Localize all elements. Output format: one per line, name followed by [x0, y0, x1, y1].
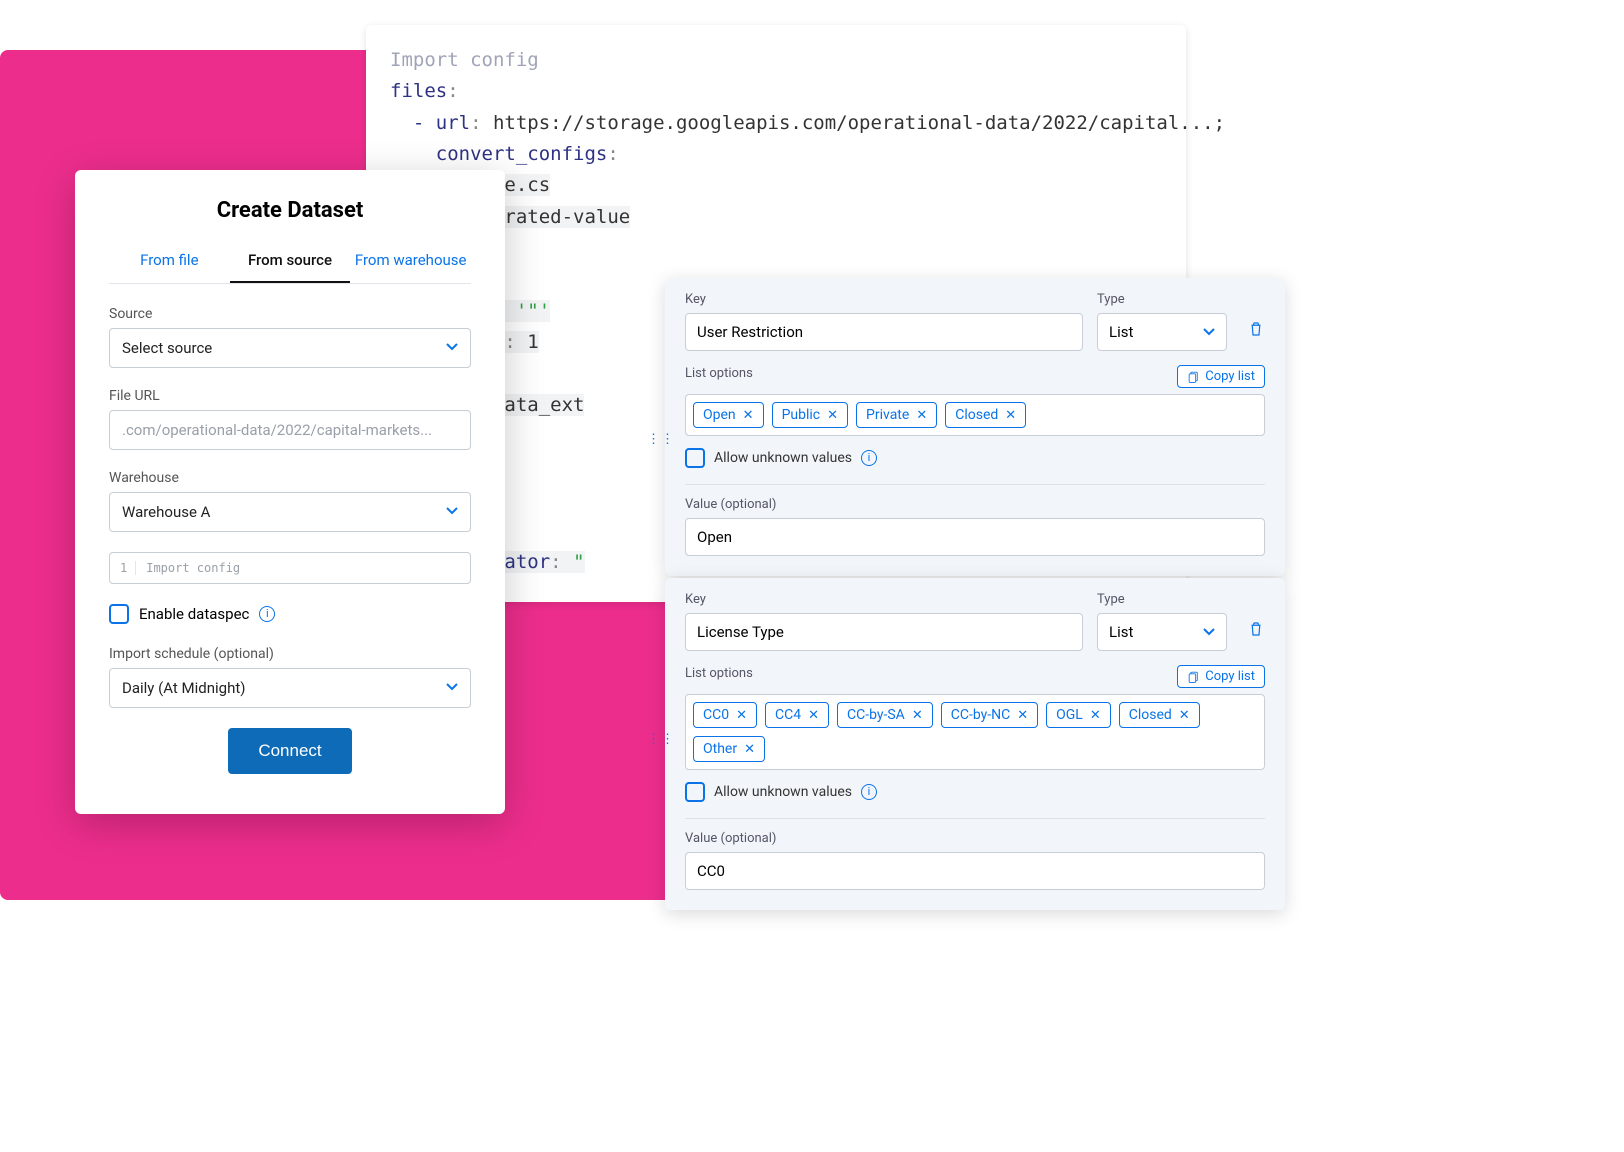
key-input[interactable]: User Restriction: [685, 313, 1083, 351]
type-select[interactable]: List: [1097, 313, 1227, 351]
remove-chip-icon[interactable]: ✕: [1005, 408, 1016, 423]
file-url-input[interactable]: .com/operational-data/2022/capital-marke…: [109, 410, 471, 450]
value-input[interactable]: CC0: [685, 852, 1265, 890]
remove-chip-icon[interactable]: ✕: [743, 408, 754, 423]
code-placeholder: Import config: [146, 561, 240, 575]
schedule-select[interactable]: Daily (At Midnight): [109, 668, 471, 708]
remove-chip-icon[interactable]: ✕: [827, 408, 838, 423]
list-options-input[interactable]: CC0 ✕ CC4 ✕ CC-by-SA ✕ CC-by-NC ✕ OGL ✕ Close…: [685, 694, 1265, 770]
line-number: 1: [120, 561, 136, 575]
divider: [685, 818, 1265, 819]
schedule-select-value: Daily (At Midnight): [122, 679, 246, 697]
schedule-label: Import schedule (optional): [109, 646, 471, 662]
allow-unknown-label: Allow unknown values: [714, 784, 852, 800]
copy-list-button[interactable]: Copy list: [1177, 665, 1265, 688]
dataspec-label: Enable dataspec: [139, 605, 249, 623]
metadata-card: ⋮⋮KeyLicense TypeTypeListList optionsCop…: [665, 578, 1285, 910]
list-options-label: List options: [685, 366, 753, 381]
allow-unknown-label: Allow unknown values: [714, 450, 852, 466]
list-options-input[interactable]: Open ✕ Public ✕ Private ✕ Closed ✕: [685, 394, 1265, 436]
dataset-tabs: From fileFrom sourceFrom warehouse: [109, 241, 471, 284]
key-label: Key: [685, 592, 1083, 607]
remove-chip-icon[interactable]: ✕: [808, 708, 819, 723]
list-option-chip[interactable]: OGL ✕: [1046, 702, 1111, 728]
warehouse-select-value: Warehouse A: [122, 503, 210, 521]
trash-icon[interactable]: [1247, 620, 1265, 642]
modal-title: Create Dataset: [109, 198, 471, 223]
value-input[interactable]: Open: [685, 518, 1265, 556]
remove-chip-icon[interactable]: ✕: [916, 408, 927, 423]
chevron-down-icon: [446, 679, 458, 697]
remove-chip-icon[interactable]: ✕: [1017, 708, 1028, 723]
list-option-chip[interactable]: Closed ✕: [1119, 702, 1200, 728]
remove-chip-icon[interactable]: ✕: [736, 708, 747, 723]
list-option-chip[interactable]: Public ✕: [772, 402, 848, 428]
clipboard-icon: [1187, 670, 1200, 683]
source-select[interactable]: Select source: [109, 328, 471, 368]
divider: [685, 484, 1265, 485]
key-label: Key: [685, 292, 1083, 307]
list-option-chip[interactable]: Closed ✕: [945, 402, 1026, 428]
allow-unknown-checkbox[interactable]: [685, 448, 705, 468]
tab-from-source[interactable]: From source: [230, 241, 351, 283]
warehouse-select[interactable]: Warehouse A: [109, 492, 471, 532]
drag-handle-icon[interactable]: ⋮⋮: [647, 732, 675, 747]
source-label: Source: [109, 306, 471, 322]
info-icon[interactable]: i: [861, 450, 877, 466]
drag-handle-icon[interactable]: ⋮⋮: [647, 432, 675, 447]
warehouse-label: Warehouse: [109, 470, 471, 486]
chevron-down-icon: [1203, 326, 1215, 338]
clipboard-icon: [1187, 370, 1200, 383]
metadata-card: ⋮⋮KeyUser RestrictionTypeListList option…: [665, 278, 1285, 576]
remove-chip-icon[interactable]: ✕: [744, 742, 755, 757]
create-dataset-modal: Create Dataset From fileFrom sourceFrom …: [75, 170, 505, 814]
remove-chip-icon[interactable]: ✕: [1179, 708, 1190, 723]
chevron-down-icon: [446, 503, 458, 521]
list-option-chip[interactable]: CC0 ✕: [693, 702, 757, 728]
remove-chip-icon[interactable]: ✕: [912, 708, 923, 723]
copy-list-button[interactable]: Copy list: [1177, 365, 1265, 388]
config-code-editor[interactable]: 1 Import config: [109, 552, 471, 584]
value-label: Value (optional): [685, 831, 1265, 846]
list-options-label: List options: [685, 666, 753, 681]
type-label: Type: [1097, 592, 1227, 607]
remove-chip-icon[interactable]: ✕: [1090, 708, 1101, 723]
source-select-value: Select source: [122, 339, 212, 357]
allow-unknown-checkbox[interactable]: [685, 782, 705, 802]
list-option-chip[interactable]: Private ✕: [856, 402, 937, 428]
list-option-chip[interactable]: Other ✕: [693, 736, 765, 762]
key-input[interactable]: License Type: [685, 613, 1083, 651]
type-label: Type: [1097, 292, 1227, 307]
list-option-chip[interactable]: CC-by-SA ✕: [837, 702, 933, 728]
value-label: Value (optional): [685, 497, 1265, 512]
dataspec-checkbox[interactable]: [109, 604, 129, 624]
list-option-chip[interactable]: CC-by-NC ✕: [941, 702, 1038, 728]
chevron-down-icon: [446, 339, 458, 357]
tab-from-file[interactable]: From file: [109, 241, 230, 283]
file-url-label: File URL: [109, 388, 471, 404]
info-icon[interactable]: i: [861, 784, 877, 800]
list-option-chip[interactable]: Open ✕: [693, 402, 764, 428]
trash-icon[interactable]: [1247, 320, 1265, 342]
info-icon[interactable]: i: [259, 606, 275, 622]
tab-from-warehouse[interactable]: From warehouse: [350, 241, 471, 283]
chevron-down-icon: [1203, 626, 1215, 638]
type-select[interactable]: List: [1097, 613, 1227, 651]
connect-button[interactable]: Connect: [228, 728, 351, 774]
list-option-chip[interactable]: CC4 ✕: [765, 702, 829, 728]
